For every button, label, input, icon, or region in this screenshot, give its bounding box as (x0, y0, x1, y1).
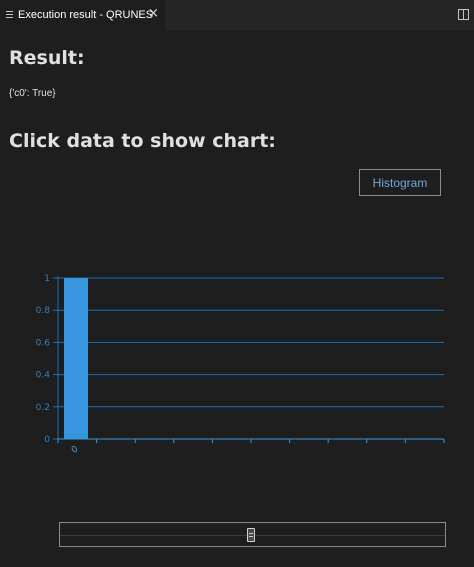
result-heading: Result: (9, 47, 85, 69)
chart-heading: Click data to show chart: (9, 130, 276, 152)
result-value: {'c0': True} (9, 88, 56, 99)
close-icon[interactable]: × (148, 7, 159, 21)
tab-title: Execution result - QRUNES (18, 9, 154, 21)
y-tick-label-3: 0.6 (36, 338, 51, 348)
slider-handle[interactable] (247, 528, 255, 542)
execution-result-window: Execution result - QRUNES × Result: {'c0… (0, 0, 474, 567)
bar-0 (64, 278, 88, 439)
x-tick-label-0: 0 (70, 444, 80, 456)
histogram-button[interactable]: Histogram (359, 169, 441, 196)
data-zoom-slider[interactable] (59, 522, 446, 547)
list-icon (6, 11, 13, 19)
y-tick-label-5: 1 (44, 274, 50, 284)
y-tick-label-1: 0.2 (36, 403, 50, 413)
y-tick-label-4: 0.8 (36, 306, 51, 316)
tab-bar: Execution result - QRUNES × (0, 0, 474, 30)
split-editor-icon[interactable] (458, 9, 469, 20)
y-tick-label-0: 0 (44, 435, 50, 445)
y-tick-label-2: 0.4 (36, 371, 51, 381)
tab-execution-result[interactable]: Execution result - QRUNES × (0, 0, 165, 30)
histogram-chart: 0 0.2 0.4 0.6 0.8 1 0 (36, 274, 445, 456)
